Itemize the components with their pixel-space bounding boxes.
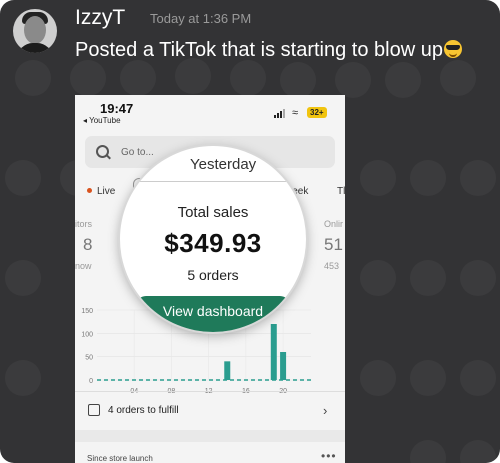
watermark-logo <box>410 260 446 296</box>
y-tick-label: 0 <box>89 378 93 385</box>
watermark-logo <box>70 60 106 96</box>
online-sub: 453 <box>324 261 340 271</box>
search-icon <box>96 145 109 158</box>
watermark-logo <box>460 160 496 196</box>
back-to-youtube-link: ◂ YouTube <box>83 116 121 125</box>
fulfill-box-icon <box>88 404 100 416</box>
y-tick-label: 50 <box>85 355 93 362</box>
watermark-logo <box>230 60 266 96</box>
sunglasses-emoji-icon <box>443 40 462 58</box>
visitors-sub: now <box>75 261 92 271</box>
magnifier-overlay: Yesterday Total sales $349.93 5 orders V… <box>120 146 306 332</box>
watermark-logo <box>410 160 446 196</box>
orders-to-fulfill-label: 4 orders to fulfill <box>108 405 179 416</box>
watermark-logo <box>360 260 396 296</box>
y-tick-label: 100 <box>81 331 93 338</box>
more-options-icon: ••• <box>321 449 337 463</box>
since-store-launch-label: Since store launch <box>87 454 153 463</box>
watermark-logo <box>460 360 496 396</box>
avatar-body <box>17 43 53 53</box>
watermark-logo <box>385 62 421 98</box>
watermark-logo <box>360 360 396 396</box>
watermark-logo <box>335 62 371 98</box>
orders-to-fulfill-row[interactable]: 4 orders to fulfill › <box>75 403 345 425</box>
section-gap <box>75 430 345 442</box>
chart-bar <box>224 361 231 380</box>
chart-bar <box>280 352 287 380</box>
wifi-icon: ≈ <box>292 107 299 119</box>
battery-badge: 32+ <box>307 107 327 118</box>
signal-icon <box>274 109 288 118</box>
chart-bar <box>270 324 277 380</box>
total-sales-label: Total sales <box>177 204 249 221</box>
divider <box>75 391 345 392</box>
watermark-logo <box>410 360 446 396</box>
avatar[interactable] <box>13 9 57 53</box>
orders-count: 5 orders <box>187 267 239 283</box>
message-body: Posted a TikTok that is starting to blow… <box>75 39 443 61</box>
total-sales-value: $349.93 <box>164 228 262 258</box>
chat-message-card: IzzyT Today at 1:36 PM Posted a TikTok t… <box>0 0 500 463</box>
watermark-logo <box>120 60 156 96</box>
live-chip: Live <box>87 186 115 197</box>
watermark-logo <box>280 62 316 98</box>
status-bar-time: 19:47 <box>100 101 134 116</box>
y-tick-label: 150 <box>81 308 93 315</box>
watermark-logo <box>5 360 41 396</box>
watermark-logo <box>410 440 446 463</box>
view-dashboard-button[interactable]: View dashboard <box>136 296 290 332</box>
visitors-value: 8 <box>83 235 93 254</box>
next-chip: Tl <box>337 186 345 197</box>
online-value: 51 <box>324 235 343 254</box>
watermark-logo <box>360 160 396 196</box>
username[interactable]: IzzyT <box>75 6 125 30</box>
watermark-logo <box>5 260 41 296</box>
online-label: Onlir <box>324 219 344 229</box>
watermark-logo <box>460 440 496 463</box>
visitors-label: itors <box>75 219 93 229</box>
watermark-logo <box>5 160 41 196</box>
live-label: Live <box>97 186 116 197</box>
message-text: Posted a TikTok that is starting to blow… <box>75 37 475 64</box>
watermark-logo <box>15 60 51 96</box>
watermark-logo <box>460 260 496 296</box>
avatar-face <box>24 16 46 44</box>
view-dashboard-label: View dashboard <box>162 303 264 319</box>
watermark-logo <box>440 60 476 96</box>
message-timestamp: Today at 1:36 PM <box>150 11 252 26</box>
live-dot-icon <box>87 188 92 193</box>
yesterday-chip: Yesterday <box>190 156 257 173</box>
chevron-right-icon: › <box>323 403 328 418</box>
